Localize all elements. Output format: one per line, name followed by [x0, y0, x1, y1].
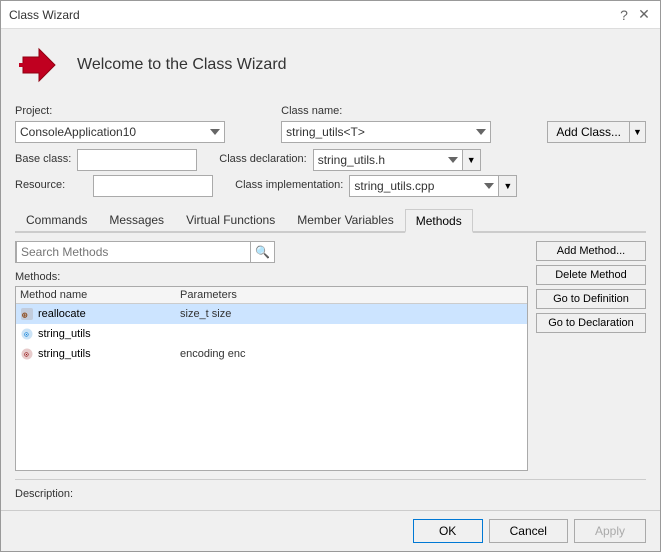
table-row[interactable]: ⊙ string_utils encoding enc: [16, 344, 527, 364]
classname-label: Class name:: [281, 105, 535, 117]
left-panel: 🔍 Methods: Method name Parameters: [15, 241, 528, 471]
svg-text:⊕: ⊕: [22, 311, 28, 321]
dialog-title: Class Wizard: [9, 8, 80, 22]
description-label: Description:: [15, 488, 73, 500]
class-implementation-select[interactable]: string_utils.cpp: [349, 175, 499, 197]
main-content: 🔍 Methods: Method name Parameters: [15, 241, 646, 471]
method-icon-reallocate: ⊕: [20, 307, 34, 321]
close-button[interactable]: ✕: [636, 7, 652, 23]
project-label: Project:: [15, 105, 269, 117]
tab-methods[interactable]: Methods: [405, 209, 473, 233]
class-implementation-dropdown[interactable]: ▼: [499, 175, 517, 197]
method-cell: ⊙ string_utils: [20, 327, 180, 341]
title-bar-left: Class Wizard: [9, 8, 80, 22]
resource-label: Resource:: [15, 179, 65, 191]
tabs-bar: Commands Messages Virtual Functions Memb…: [15, 209, 646, 233]
base-class-label: Base class:: [15, 153, 71, 165]
header-section: Welcome to the Class Wizard: [15, 41, 646, 89]
project-select[interactable]: ConsoleApplication10: [15, 121, 225, 143]
apply-button[interactable]: Apply: [574, 519, 646, 543]
add-class-btn-group: Add Class... ▼: [547, 121, 646, 143]
tab-commands[interactable]: Commands: [15, 209, 98, 231]
title-bar-controls: ? ✕: [616, 7, 652, 23]
methods-label: Methods:: [15, 271, 528, 283]
add-class-button[interactable]: Add Class...: [547, 121, 630, 143]
project-group: Project: ConsoleApplication10: [15, 105, 269, 143]
params-cell: encoding enc: [180, 348, 523, 360]
svg-text:⊙: ⊙: [24, 330, 29, 339]
dialog-body: Welcome to the Class Wizard Project: Con…: [1, 29, 660, 510]
class-wizard-dialog: Class Wizard ? ✕ Welcome to the Class Wi…: [0, 0, 661, 552]
description-section: Description:: [15, 479, 646, 500]
dialog-footer: OK Cancel Apply: [1, 510, 660, 551]
top-form: Project: ConsoleApplication10 Class name…: [15, 103, 646, 201]
header-title: Welcome to the Class Wizard: [77, 56, 287, 74]
delete-method-button[interactable]: Delete Method: [536, 265, 646, 285]
class-declaration-select[interactable]: string_utils.h: [313, 149, 463, 171]
classname-group: Class name: string_utils<T>: [281, 105, 535, 143]
class-implementation-group: string_utils.cpp ▼: [349, 175, 517, 197]
tab-messages[interactable]: Messages: [98, 209, 175, 231]
help-button[interactable]: ?: [616, 7, 632, 23]
method-cell: ⊕ reallocate: [20, 307, 180, 321]
params-cell: size_t size: [180, 308, 523, 320]
right-panel: Add Method... Delete Method Go to Defini…: [536, 241, 646, 471]
method-name: string_utils: [38, 328, 91, 340]
ok-button[interactable]: OK: [413, 519, 483, 543]
tab-virtual-functions[interactable]: Virtual Functions: [175, 209, 286, 231]
column-method-name: Method name: [20, 289, 180, 301]
add-class-dropdown[interactable]: ▼: [630, 121, 646, 143]
classname-select[interactable]: string_utils<T>: [281, 121, 491, 143]
go-to-declaration-button[interactable]: Go to Declaration: [536, 313, 646, 333]
class-declaration-label: Class declaration:: [219, 153, 306, 165]
svg-text:⊙: ⊙: [24, 350, 29, 359]
method-icon-destructor: ⊙: [20, 347, 34, 361]
resource-input[interactable]: [93, 175, 213, 197]
search-icon: 🔍: [251, 245, 274, 259]
tab-member-variables[interactable]: Member Variables: [286, 209, 404, 231]
class-implementation-label: Class implementation:: [235, 179, 343, 191]
table-row[interactable]: ⊕ reallocate size_t size: [16, 304, 527, 324]
method-cell: ⊙ string_utils: [20, 347, 180, 361]
method-name: string_utils: [38, 348, 91, 360]
method-name: reallocate: [38, 308, 86, 320]
wizard-icon: [15, 41, 63, 89]
table-row[interactable]: ⊙ string_utils: [16, 324, 527, 344]
base-class-input[interactable]: [77, 149, 197, 171]
cancel-button[interactable]: Cancel: [489, 519, 568, 543]
search-input[interactable]: [16, 241, 251, 263]
search-box: 🔍: [15, 241, 275, 263]
method-icon-constructor: ⊙: [20, 327, 34, 341]
column-params: Parameters: [180, 289, 523, 301]
methods-table: Method name Parameters ⊕ re: [15, 286, 528, 471]
table-header: Method name Parameters: [16, 287, 527, 304]
class-declaration-group: string_utils.h ▼: [313, 149, 481, 171]
class-declaration-dropdown[interactable]: ▼: [463, 149, 481, 171]
title-bar: Class Wizard ? ✕: [1, 1, 660, 29]
add-method-button[interactable]: Add Method...: [536, 241, 646, 261]
go-to-definition-button[interactable]: Go to Definition: [536, 289, 646, 309]
